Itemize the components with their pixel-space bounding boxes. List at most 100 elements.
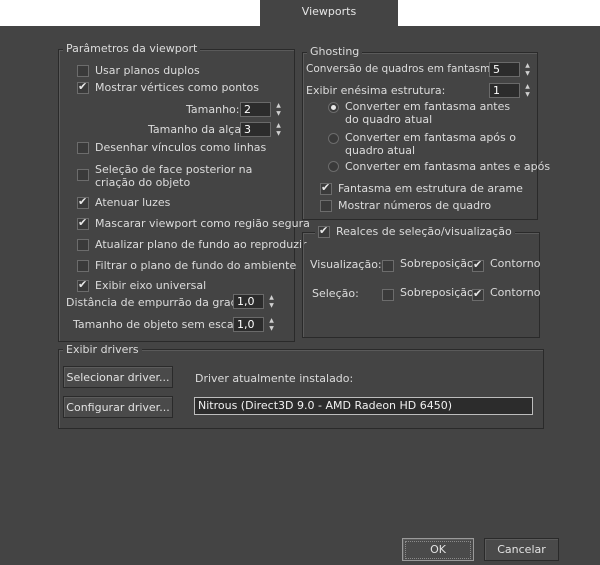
tab-viewports[interactable]: Viewports [260, 0, 398, 26]
handle-size-value[interactable]: 3 [240, 122, 271, 137]
spin-down-icon[interactable]: ▼ [523, 70, 532, 77]
dim-lights-checkbox[interactable]: Atenuar luzes [77, 195, 171, 209]
frame-numbers-box[interactable] [320, 199, 332, 212]
preview-outline-box[interactable] [472, 258, 484, 272]
safe-region-label: Mascarar viewport como região segura [95, 217, 310, 230]
installed-driver-field: Nitrous (Direct3D 9.0 - AMD Radeon HD 64… [194, 397, 533, 415]
universal-axis-box[interactable] [77, 278, 89, 292]
dual-planes-label: Usar planos duplos [95, 64, 200, 77]
ghost-before-label: Converter em fantasma antes do quadro at… [345, 100, 511, 126]
spin-up-icon[interactable]: ▲ [267, 317, 276, 324]
spin-down-icon[interactable]: ▼ [523, 91, 532, 98]
handle-size-label: Tamanho da alça: [148, 123, 245, 136]
spin-up-icon[interactable]: ▲ [274, 122, 283, 129]
ghost-before-dot[interactable] [328, 102, 339, 113]
show-vertices-label: Mostrar vértices como pontos [95, 81, 259, 94]
update-bg-label: Atualizar plano de fundo ao reproduzir [95, 238, 307, 251]
ghost-frames-label: Conversão de quadros em fantasma: [306, 63, 501, 75]
installed-driver-label: Driver atualmente instalado: [195, 372, 354, 385]
dim-lights-box[interactable] [77, 195, 89, 209]
handle-size-spinner[interactable]: 3 ▲ ▼ [240, 122, 283, 137]
ghosting-legend: Ghosting [307, 45, 363, 58]
universal-axis-checkbox[interactable]: Exibir eixo universal [77, 278, 207, 292]
filter-bg-box[interactable] [77, 259, 89, 272]
update-bg-checkbox[interactable]: Atualizar plano de fundo ao reproduzir [77, 238, 307, 251]
selection-outline-checkbox[interactable]: Contorno [472, 283, 540, 301]
frame-numbers-label: Mostrar números de quadro [338, 199, 492, 212]
dim-lights-label: Atenuar luzes [95, 196, 171, 209]
selection-outline-label: Contorno [490, 285, 541, 299]
nth-frame-label: Exibir enésima estrutura: [306, 84, 446, 97]
ghost-frames-value[interactable]: 5 [489, 62, 520, 77]
backface-select-box[interactable] [77, 169, 89, 181]
highlights-box[interactable] [318, 224, 330, 238]
grid-nudge-value[interactable]: 1,0 [233, 294, 264, 309]
spin-down-icon[interactable]: ▼ [274, 130, 283, 137]
ok-label: OK [405, 541, 471, 559]
non-scaling-spinner[interactable]: 1,0 ▲ ▼ [233, 317, 276, 332]
draw-links-box[interactable] [77, 141, 89, 154]
wireframe-box[interactable] [320, 181, 332, 195]
size-label: Tamanho: [186, 103, 240, 116]
preview-outline-checkbox[interactable]: Contorno [472, 254, 540, 272]
spin-up-icon[interactable]: ▲ [267, 294, 276, 301]
preview-outline-label: Contorno [490, 256, 541, 270]
grid-nudge-spinner[interactable]: 1,0 ▲ ▼ [233, 294, 276, 309]
backface-select-checkbox[interactable]: Seleção de face posterior na criação do … [77, 163, 291, 189]
non-scaling-label: Tamanho de objeto sem escala: [73, 318, 248, 331]
select-driver-button[interactable]: Selecionar driver... [63, 366, 173, 388]
ghost-before-radio[interactable]: Converter em fantasma antes do quadro at… [328, 100, 520, 126]
viewport-params-legend: Parâmetros da viewport [63, 42, 201, 55]
show-vertices-checkbox[interactable]: Mostrar vértices como pontos [77, 80, 259, 94]
spin-up-icon[interactable]: ▲ [523, 62, 532, 69]
ghost-after-label: Converter em fantasma após o quadro atua… [345, 131, 516, 157]
preview-overlay-checkbox[interactable]: Sobreposição [382, 254, 474, 272]
ghost-after-radio[interactable]: Converter em fantasma após o quadro atua… [328, 131, 520, 157]
selection-overlay-box[interactable] [382, 289, 394, 301]
dual-planes-checkbox[interactable]: Usar planos duplos [77, 64, 200, 77]
backface-select-label: Seleção de face posterior na criação do … [95, 163, 253, 189]
highlights-legend: Realces de seleção/visualização [336, 225, 512, 238]
ghost-both-dot[interactable] [328, 161, 339, 172]
size-value[interactable]: 2 [240, 102, 271, 117]
ghost-both-radio[interactable]: Converter em fantasma antes e após [328, 160, 550, 173]
ok-button[interactable]: OK [402, 538, 474, 561]
update-bg-box[interactable] [77, 238, 89, 251]
frame-numbers-checkbox[interactable]: Mostrar números de quadro [320, 199, 491, 212]
size-spinner[interactable]: 2 ▲ ▼ [240, 102, 283, 117]
safe-region-box[interactable] [77, 216, 89, 230]
cancel-button[interactable]: Cancelar [484, 538, 559, 561]
universal-axis-label: Exibir eixo universal [95, 279, 207, 292]
safe-region-checkbox[interactable]: Mascarar viewport como região segura [77, 216, 310, 230]
show-vertices-box[interactable] [77, 80, 89, 94]
selection-overlay-checkbox[interactable]: Sobreposição [382, 283, 474, 301]
selection-outline-box[interactable] [472, 287, 484, 301]
filter-bg-label: Filtrar o plano de fundo do ambiente [95, 259, 297, 272]
spin-up-icon[interactable]: ▲ [523, 83, 532, 90]
non-scaling-value[interactable]: 1,0 [233, 317, 264, 332]
preview-overlay-box[interactable] [382, 260, 394, 272]
preview-overlay-label: Sobreposição [400, 256, 474, 270]
spin-down-icon[interactable]: ▼ [267, 325, 276, 332]
ghost-after-dot[interactable] [328, 133, 339, 144]
filter-bg-checkbox[interactable]: Filtrar o plano de fundo do ambiente [77, 259, 296, 272]
nth-frame-value[interactable]: 1 [489, 83, 520, 98]
draw-links-checkbox[interactable]: Desenhar vínculos como linhas [77, 141, 266, 154]
configure-driver-button[interactable]: Configurar driver... [63, 396, 173, 418]
wireframe-label: Fantasma em estrutura de arame [338, 182, 523, 195]
spin-up-icon[interactable]: ▲ [274, 102, 283, 109]
draw-links-label: Desenhar vínculos como linhas [95, 141, 267, 154]
dual-planes-box[interactable] [77, 64, 89, 77]
ghost-both-label: Converter em fantasma antes e após [345, 160, 551, 173]
wireframe-checkbox[interactable]: Fantasma em estrutura de arame [320, 181, 523, 195]
highlights-toggle[interactable]: Realces de seleção/visualização [315, 224, 515, 238]
spin-down-icon[interactable]: ▼ [274, 110, 283, 117]
ghost-frames-spinner[interactable]: 5 ▲ ▼ [489, 62, 532, 77]
selection-overlay-label: Sobreposição [400, 285, 474, 299]
drivers-legend: Exibir drivers [63, 343, 142, 356]
selection-label: Seleção: [312, 287, 359, 300]
grid-nudge-label: Distância de empurrão da grade: [66, 296, 249, 309]
preview-label: Visualização: [310, 258, 382, 271]
nth-frame-spinner[interactable]: 1 ▲ ▼ [489, 83, 532, 98]
spin-down-icon[interactable]: ▼ [267, 302, 276, 309]
